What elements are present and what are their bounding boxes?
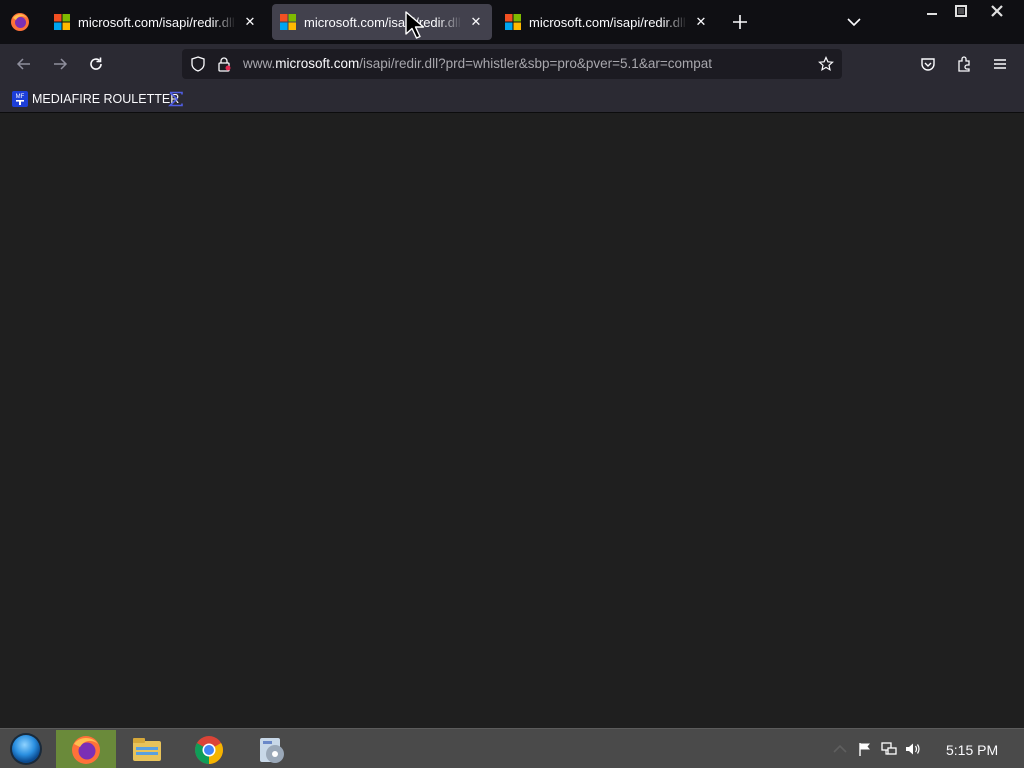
bookmark-label: MEDIAFIRE ROULETTER — [32, 91, 180, 106]
url-prefix: www. — [243, 56, 276, 71]
extensions-button[interactable] — [952, 52, 976, 76]
tray-network[interactable] — [880, 741, 898, 757]
start-orb-icon[interactable] — [6, 731, 46, 767]
minimize-icon — [927, 13, 937, 15]
lock-icon[interactable] — [216, 56, 232, 72]
mediafire-icon: MF — [12, 90, 28, 107]
tray-volume[interactable] — [904, 741, 922, 757]
close-tab-button[interactable]: ✕ — [691, 12, 711, 32]
url-host: microsoft.com — [275, 56, 360, 71]
close-tab-button[interactable]: ✕ — [240, 12, 260, 32]
firefox-view-icon[interactable] — [10, 12, 30, 32]
arrow-right-icon — [54, 58, 68, 70]
tab-title: microsoft.com/isapi/redir.dll?prd=whistl… — [78, 14, 236, 30]
bookmark-mediafire-rouletter[interactable]: MF MEDIAFIRE ROULETTER — [12, 89, 179, 108]
close-icon — [991, 5, 1003, 17]
bookmarks-toolbar: MF MEDIAFIRE ROULETTER — [0, 84, 1024, 113]
restore-button[interactable] — [944, 0, 978, 22]
tab-title: microsoft.com/isapi/redir.dll?prd=whistl… — [304, 14, 462, 30]
action-center-flag-icon — [859, 743, 870, 756]
chrome-icon — [195, 735, 223, 764]
forward-button[interactable] — [48, 52, 72, 76]
close-tab-button[interactable]: ✕ — [466, 12, 486, 32]
restore-icon — [955, 5, 967, 17]
star-icon[interactable] — [818, 56, 834, 72]
chevron-down-icon[interactable] — [842, 10, 866, 34]
network-icon — [881, 742, 897, 755]
taskbar: 5:15 PM — [0, 728, 1024, 768]
extensions-icon — [958, 56, 970, 72]
taskbar-firefox[interactable] — [56, 730, 116, 768]
media-center-icon — [260, 737, 284, 763]
bookmark-2[interactable] — [168, 89, 188, 108]
taskbar-chrome[interactable] — [180, 730, 238, 768]
shield-icon[interactable] — [190, 56, 206, 72]
url-path: /isapi/redir.dll?prd=whistler&sbp=pro&pv… — [359, 56, 712, 71]
taskbar-media-center[interactable] — [242, 730, 300, 768]
reload-button[interactable] — [84, 52, 108, 76]
microsoft-logo-icon — [280, 14, 296, 30]
svg-text:MF: MF — [16, 94, 25, 100]
tab-3[interactable]: microsoft.com/isapi/redir.dll?prd=whistl… — [497, 4, 717, 40]
page-content[interactable] — [0, 113, 1024, 728]
sigma-icon — [168, 91, 183, 106]
taskbar-clock[interactable]: 5:15 PM — [946, 742, 998, 758]
volume-icon — [906, 743, 920, 755]
microsoft-logo-icon — [505, 14, 521, 30]
back-button[interactable] — [12, 52, 36, 76]
save-to-pocket-button[interactable] — [916, 52, 940, 76]
close-window-button[interactable] — [980, 0, 1014, 22]
arrow-left-icon — [16, 58, 30, 70]
tab-strip: microsoft.com/isapi/redir.dll?prd=whistl… — [0, 0, 1024, 44]
pocket-icon — [921, 58, 935, 71]
show-hidden-icons-icon — [833, 744, 847, 753]
taskbar-file-explorer[interactable] — [118, 730, 176, 768]
mouse-cursor-icon — [405, 11, 425, 39]
app-menu-button[interactable] — [988, 52, 1012, 76]
microsoft-logo-icon — [54, 14, 70, 30]
file-explorer-icon — [133, 737, 161, 761]
url-text[interactable]: www.microsoft.com/isapi/redir.dll?prd=wh… — [243, 56, 712, 71]
tray-action-center[interactable] — [856, 741, 874, 757]
show-hidden-icons-button[interactable] — [831, 741, 849, 757]
url-bar[interactable]: www.microsoft.com/isapi/redir.dll?prd=wh… — [182, 49, 842, 79]
plus-icon[interactable] — [728, 10, 752, 34]
reload-icon — [90, 57, 102, 70]
tab-2[interactable]: microsoft.com/isapi/redir.dll?prd=whistl… — [272, 4, 492, 40]
tab-title: microsoft.com/isapi/redir.dll?prd=whistl… — [529, 14, 687, 30]
menu-icon — [994, 59, 1006, 69]
navigation-toolbar: www.microsoft.com/isapi/redir.dll?prd=wh… — [0, 44, 1024, 84]
tab-1[interactable]: microsoft.com/isapi/redir.dll?prd=whistl… — [46, 4, 266, 40]
firefox-icon — [72, 735, 100, 764]
